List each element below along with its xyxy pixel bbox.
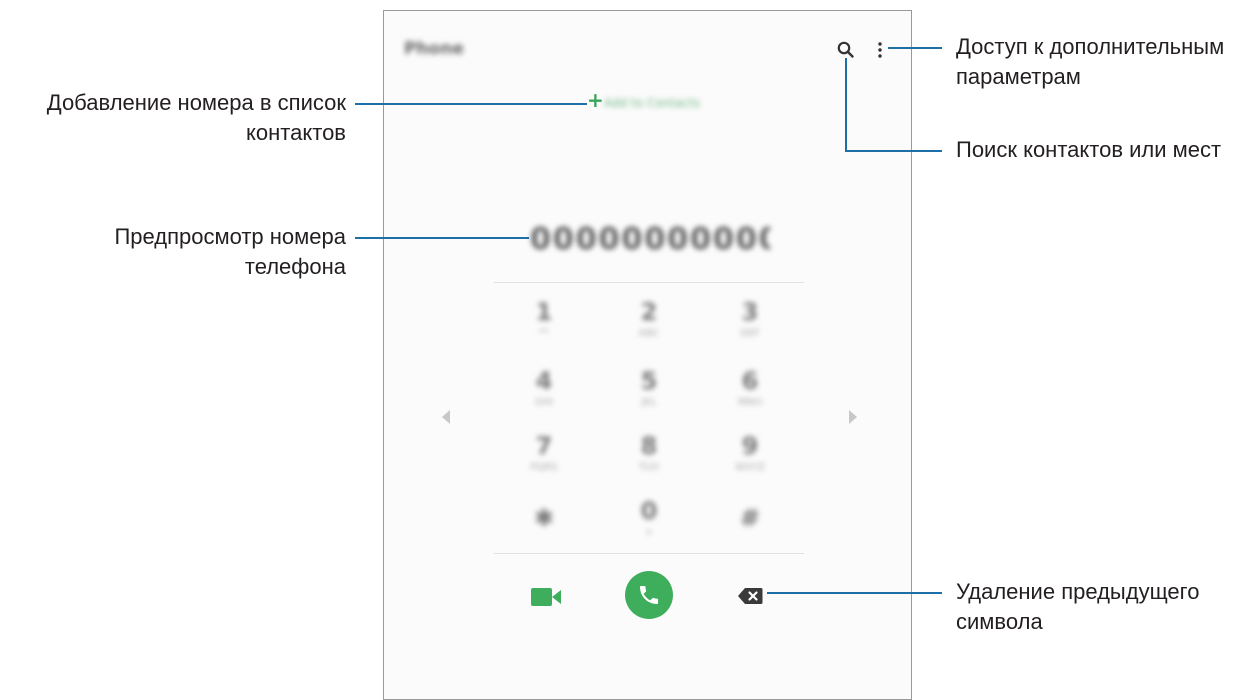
divider bbox=[494, 553, 804, 554]
plus-icon: + bbox=[587, 88, 604, 112]
key-7[interactable]: 7 PQRS bbox=[499, 431, 589, 491]
divider bbox=[494, 282, 804, 283]
key-hash[interactable]: # bbox=[705, 503, 795, 563]
callout-number-preview: Предпросмотр номера телефона bbox=[114, 224, 346, 279]
leader-line-add bbox=[355, 103, 587, 105]
key-1[interactable]: 1 ᴼᴼ bbox=[499, 297, 589, 357]
phone-screen: Phone + Add to Contacts 000000000000 1 ᴼ… bbox=[383, 10, 912, 700]
key-8[interactable]: 8 TUV bbox=[604, 431, 694, 491]
key-0[interactable]: 0 + bbox=[604, 496, 694, 556]
number-preview: 000000000000 bbox=[530, 222, 770, 257]
key-6[interactable]: 6 MNO bbox=[705, 366, 795, 426]
call-button[interactable] bbox=[625, 571, 673, 619]
video-call-icon[interactable] bbox=[530, 586, 562, 608]
add-to-contacts-label: Add to Contacts bbox=[604, 96, 700, 110]
backspace-icon[interactable] bbox=[737, 587, 763, 605]
more-options-icon[interactable] bbox=[876, 41, 884, 59]
leader-line-delete bbox=[767, 592, 942, 594]
key-5[interactable]: 5 JKL bbox=[604, 366, 694, 426]
leader-line-search bbox=[845, 150, 942, 152]
leader-line-search-vertical bbox=[845, 58, 847, 152]
callout-delete-char: Удаление предыдущего символа bbox=[956, 579, 1200, 634]
key-4[interactable]: 4 GHI bbox=[499, 366, 589, 426]
leader-line-more bbox=[888, 47, 942, 49]
chevron-left-icon[interactable] bbox=[442, 410, 450, 424]
key-star[interactable]: ✱ bbox=[499, 503, 589, 563]
callout-add-to-contacts: Добавление номера в список контактов bbox=[46, 90, 346, 145]
callout-search: Поиск контактов или мест bbox=[956, 137, 1222, 162]
phone-icon bbox=[640, 586, 658, 604]
key-9[interactable]: 9 WXYZ bbox=[705, 431, 795, 491]
app-title: Phone bbox=[404, 39, 464, 59]
key-2[interactable]: 2 ABC bbox=[604, 297, 694, 357]
key-3[interactable]: 3 DEF bbox=[705, 297, 795, 357]
chevron-right-icon[interactable] bbox=[849, 410, 857, 424]
leader-line-preview bbox=[355, 237, 529, 239]
callout-more-options: Доступ к дополнительным параметрам bbox=[956, 34, 1225, 89]
